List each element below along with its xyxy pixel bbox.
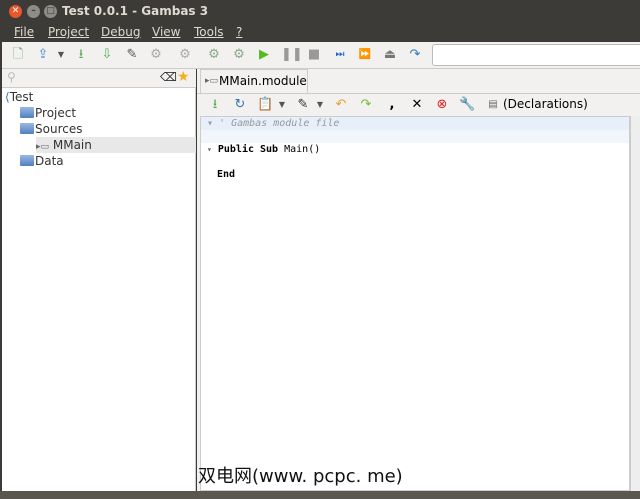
clipboard-icon[interactable]: 📋: [257, 97, 273, 113]
chevron-down-icon[interactable]: ▼: [53, 47, 69, 63]
code-line-3: ▾ Public Sub Main(): [207, 144, 321, 155]
menu-view[interactable]: View: [152, 25, 180, 39]
reload-icon[interactable]: ↻: [232, 97, 248, 113]
code-line-2: [201, 130, 629, 143]
edit-icon[interactable]: ✎: [124, 47, 140, 63]
procedure-icon: ▤: [488, 99, 498, 110]
new-file-icon[interactable]: 🗋: [10, 47, 26, 63]
stop-icon[interactable]: ■: [306, 47, 322, 63]
declarations-dropdown[interactable]: (Declarations): [503, 97, 588, 111]
window-title: Test 0.0.1 - Gambas 3: [62, 4, 209, 18]
window-bottom: [0, 491, 640, 499]
menu-bar: File Project Debug View Tools ?: [0, 22, 640, 42]
chevron-down-icon[interactable]: ▼: [312, 97, 328, 113]
code-line-1: ▾ ' Gambas module file: [201, 117, 629, 130]
eject-icon[interactable]: ⏏: [382, 47, 398, 63]
main-toolbar: 🗋 ⇪ ▼ ⭳ ⇩ ✎ ⚙ ⚙ ⚙ ⚙ ▶ ❚❚ ■ ⏭ ⏩ ⏏ ↷: [2, 42, 640, 69]
menu-help[interactable]: ?: [236, 25, 242, 39]
forward-icon[interactable]: ⏩: [357, 47, 373, 63]
module-icon: ▸▭: [36, 142, 50, 152]
title-bar: ✕ – □ Test 0.0.1 - Gambas 3: [0, 0, 640, 22]
error-icon[interactable]: ⊗: [434, 97, 450, 113]
search-icon: ⚲: [7, 70, 16, 84]
tree-item-project[interactable]: Project: [20, 105, 76, 121]
close-button[interactable]: ✕: [9, 5, 22, 18]
watermark: 双电网(www. pcpc. me): [198, 466, 403, 487]
save-icon[interactable]: ⭳: [207, 97, 223, 113]
save-icon[interactable]: ⭳: [73, 47, 89, 63]
brush-icon[interactable]: ✎: [295, 97, 311, 113]
comment-icon[interactable]: ,: [384, 97, 400, 113]
code-editor[interactable]: ▾ ' Gambas module file ▾ Public Sub Main…: [200, 116, 630, 491]
editor-panel: ▸▭ MMain.module ⭳ ↻ 📋 ▼ ✎ ▼ ↶ ↷ , ✕ ⊗ 🔧 ▤…: [197, 69, 640, 491]
tab-mmain-module[interactable]: ▸▭ MMain.module: [200, 69, 308, 93]
tree-item-mmain[interactable]: ▸▭ MMain: [36, 137, 196, 153]
redo-icon[interactable]: ↷: [407, 47, 423, 63]
star-icon[interactable]: ★: [177, 69, 190, 85]
chevron-down-icon[interactable]: ▼: [274, 97, 290, 113]
compile-icon[interactable]: ⚙: [206, 47, 222, 63]
menu-tools[interactable]: Tools: [194, 25, 224, 39]
tree-item-data[interactable]: Data: [20, 153, 64, 169]
module-icon: ▸▭: [205, 76, 219, 86]
compile-all-icon[interactable]: ⚙: [231, 47, 247, 63]
pause-icon[interactable]: ❚❚: [281, 47, 303, 63]
menu-project[interactable]: Project: [48, 25, 89, 39]
tool-icon[interactable]: 🔧: [459, 97, 475, 113]
editor-toolbar: ⭳ ↻ 📋 ▼ ✎ ▼ ↶ ↷ , ✕ ⊗ 🔧 ▤ (Declarations): [197, 93, 640, 115]
redo-icon[interactable]: ↷: [358, 97, 374, 113]
tree-root-test[interactable]: ⟨Test: [5, 89, 33, 105]
project-panel: ⚲ ⌫ ★ ⟨Test Project Sources ▸▭ MMain Dat…: [2, 69, 196, 491]
vertical-scrollbar[interactable]: [630, 116, 640, 491]
minimize-button[interactable]: –: [27, 5, 40, 18]
play-icon[interactable]: ▶: [256, 47, 272, 63]
code-line-5: End: [217, 169, 236, 180]
toolbar-search-input[interactable]: [432, 44, 640, 66]
project-search[interactable]: ⚲ ⌫ ★: [2, 69, 196, 88]
menu-file[interactable]: File: [14, 25, 34, 39]
uncomment-icon[interactable]: ✕: [409, 97, 425, 113]
gear-icon[interactable]: ⚙: [148, 47, 164, 63]
maximize-button[interactable]: □: [44, 5, 57, 18]
step-icon[interactable]: ⏭: [332, 47, 348, 63]
folder-icon: [20, 107, 34, 118]
tree-item-sources[interactable]: Sources: [20, 121, 82, 137]
save-as-icon[interactable]: ⇩: [99, 47, 115, 63]
menu-debug[interactable]: Debug: [101, 25, 140, 39]
undo-icon[interactable]: ↶: [333, 97, 349, 113]
folder-icon: [20, 155, 34, 166]
gears-icon[interactable]: ⚙: [177, 47, 193, 63]
folder-icon: [20, 123, 34, 134]
clear-icon[interactable]: ⌫: [160, 70, 177, 84]
open-icon[interactable]: ⇪: [35, 47, 51, 63]
